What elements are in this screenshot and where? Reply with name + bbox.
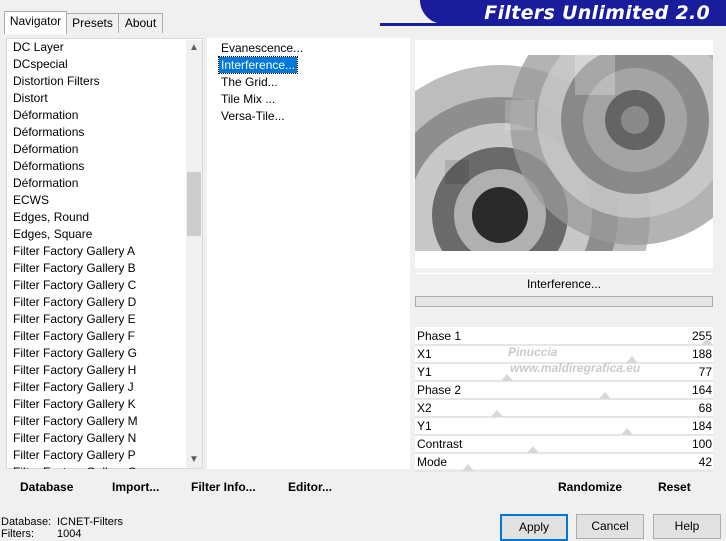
editor-button[interactable]: Editor... — [288, 478, 332, 496]
watermark-line-1: Pinuccia — [508, 345, 558, 359]
status-filters-label: Filters: — [1, 528, 34, 540]
param-label: X2 — [417, 401, 432, 415]
param-slider-thumb[interactable] — [501, 374, 513, 381]
param-label: X1 — [417, 347, 432, 361]
param-label: Y1 — [417, 419, 432, 433]
tab-navigator[interactable]: Navigator — [4, 11, 67, 34]
reset-button[interactable]: Reset — [658, 478, 691, 496]
param-slider-thumb[interactable] — [621, 428, 633, 435]
database-button[interactable]: Database — [20, 478, 73, 496]
param-value: 184 — [691, 419, 712, 433]
param-value: 42 — [698, 455, 712, 469]
param-value: 68 — [698, 401, 712, 415]
tab-navigator-label: Navigator — [9, 14, 62, 28]
help-button[interactable]: Help — [653, 514, 721, 539]
param-value: 77 — [698, 365, 712, 379]
param-value: 188 — [691, 347, 712, 361]
param-label: Phase 2 — [417, 383, 462, 397]
parameter-rows: Phase 1 255 X1 188 Y1 77 Phase 2 164 X2 68 Y1 184 Co… — [0, 0, 726, 480]
import-button[interactable]: Import... — [112, 478, 159, 496]
param-value: 100 — [691, 437, 712, 451]
param-slider-thumb[interactable] — [527, 446, 539, 453]
param-slider-thumb[interactable] — [701, 338, 713, 345]
param-slider-thumb[interactable] — [599, 392, 611, 399]
status-database-value: ICNET-Filters — [57, 516, 123, 528]
cancel-button[interactable]: Cancel — [576, 514, 644, 539]
status-database-label: Database: — [1, 516, 52, 528]
param-slider-thumb[interactable] — [491, 410, 503, 417]
filter-info-button[interactable]: Filter Info... — [191, 478, 256, 496]
param-label: Phase 1 — [417, 329, 462, 343]
randomize-button[interactable]: Randomize — [558, 478, 622, 496]
status-filters-value: 1004 — [57, 528, 82, 540]
param-label: Mode — [417, 455, 448, 469]
param-label: Y1 — [417, 365, 432, 379]
param-slider-thumb[interactable] — [462, 464, 474, 471]
param-label: Contrast — [417, 437, 463, 451]
watermark: Pinuccia www.maldiregrafica.eu — [472, 345, 640, 375]
param-slider-track[interactable] — [415, 470, 713, 472]
param-value: 164 — [691, 383, 712, 397]
apply-button[interactable]: Apply — [500, 514, 568, 541]
watermark-line-2: www.maldiregrafica.eu — [510, 361, 641, 375]
